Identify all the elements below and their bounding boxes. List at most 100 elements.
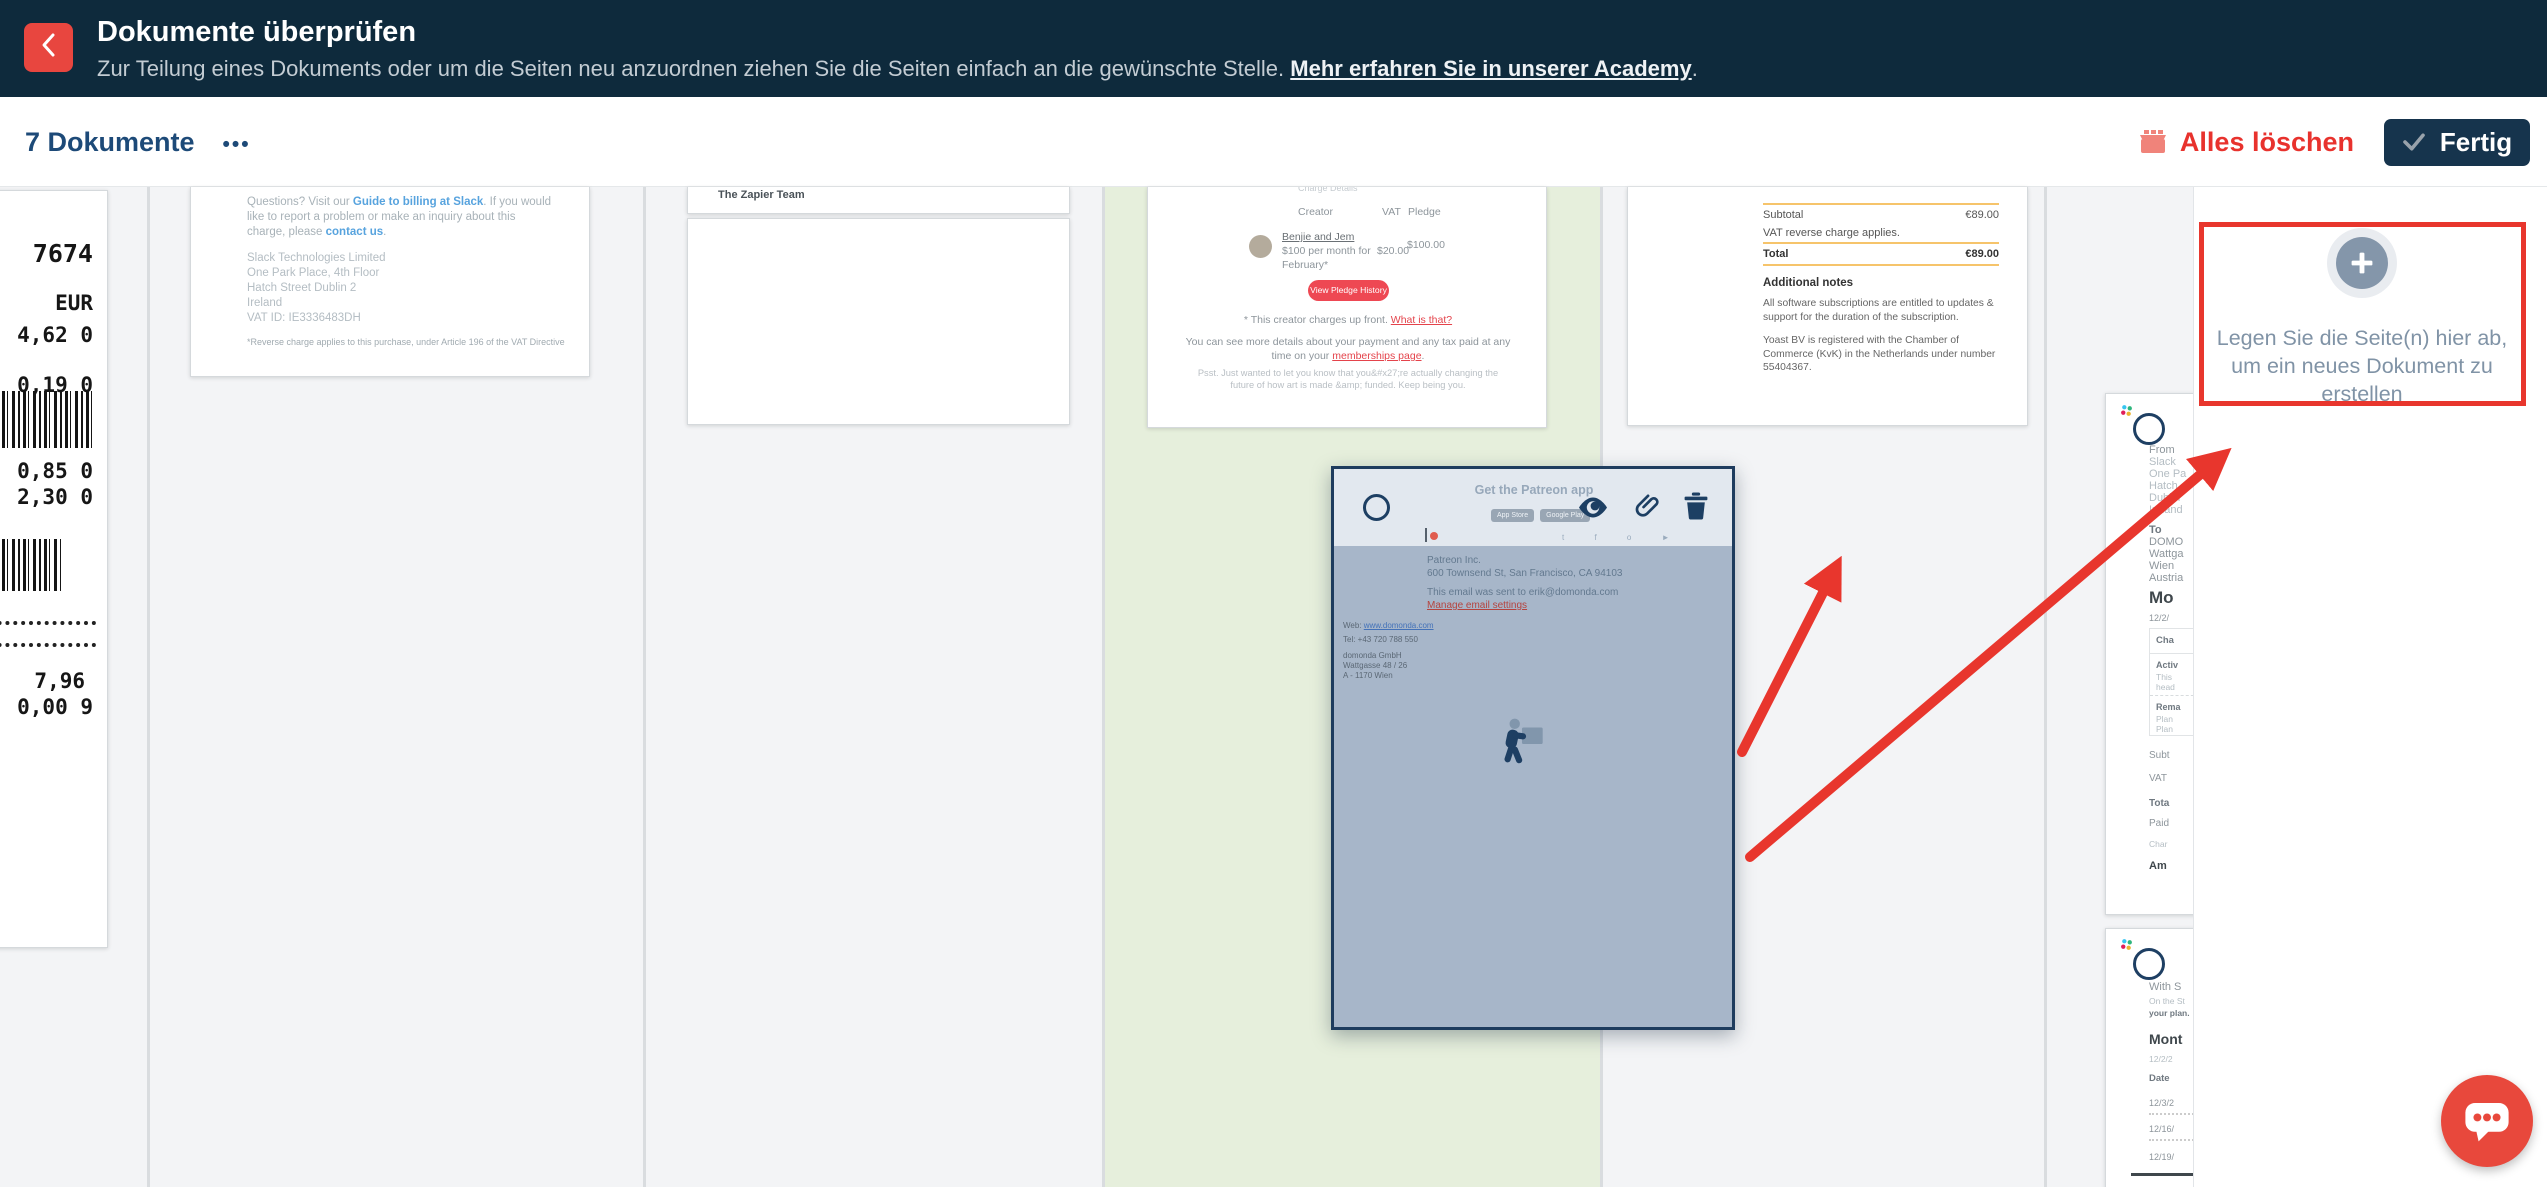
toolbar: 7 Dokumente ••• Alles löschen Fertig [0, 97, 2547, 187]
more-options-button[interactable]: ••• [223, 133, 251, 157]
slack-logo-icon [2120, 938, 2133, 956]
page-thumbnail-zapier-1[interactable]: The Zapier Team [687, 187, 1070, 214]
street-line: Wattgasse 48 / 26 [1343, 661, 1407, 671]
page-thumbnail-yoast-invoice[interactable]: Subtotal€89.00 VAT reverse charge applie… [1627, 187, 2028, 426]
notes-paragraph: Yoast BV is registered with the Chamber … [1763, 334, 2005, 375]
patreon-cut-header: Charge Details [1298, 187, 1358, 193]
column-divider [643, 187, 646, 1187]
plus-icon [2336, 237, 2388, 289]
psst-note: Psst. Just wanted to let you know that y… [1193, 368, 1503, 391]
dropzone-label: Legen Sie die Seite(n) hier ab, um ein n… [2212, 324, 2512, 408]
receipt-amount: 4,62 0 [17, 323, 93, 347]
attach-paperclip-button[interactable] [1634, 493, 1661, 525]
toolbar-left: 7 Dokumente ••• [25, 97, 251, 187]
web-line: Web: www.domonda.com [1343, 621, 1434, 631]
chevron-left-icon [37, 31, 61, 64]
page-subtitle: Zur Teilung eines Dokuments oder um die … [97, 56, 1698, 82]
column-divider [2044, 187, 2047, 1187]
document-board: 7674 EUR 4,62 0 0,19 0 0,85 0 2,30 0 7,9… [0, 187, 2547, 1187]
table-header-vat: VAT [1382, 206, 1401, 218]
red-dot-icon [1430, 532, 1438, 540]
preview-eye-button[interactable] [1577, 497, 1609, 523]
patreon-app-title: Get the Patreon app [1434, 483, 1634, 497]
subtotal-row: Subtotal€89.00 [1763, 209, 1999, 221]
what-is-that-link: What is that? [1391, 314, 1452, 326]
page-thumbnail-patreon[interactable]: Charge Details Creator VAT Pledge Benjie… [1147, 187, 1547, 428]
rule [2131, 1173, 2193, 1176]
back-button[interactable] [24, 23, 73, 72]
chat-bubble-icon [2463, 1099, 2511, 1143]
dragged-page-card[interactable]: Get the Patreon app App StoreGoogle Play… [1331, 466, 1735, 1030]
view-pledge-history-button: View Pledge History [1308, 280, 1389, 301]
academy-link[interactable]: Mehr erfahren Sie in unserer Academy [1290, 56, 1691, 81]
check-icon [2402, 133, 2426, 151]
pledge-value: $100.00 [1407, 239, 1445, 252]
social-icons-row: t f o ► [1562, 533, 1683, 542]
page-thumbnail-slack-invoice[interactable]: Questions? Visit our Guide to billing at… [190, 187, 590, 377]
invoice-questions-text: Questions? Visit our Guide to billing at… [247, 195, 555, 240]
receipt-amount: 2,30 0 [17, 485, 93, 509]
page-select-circle[interactable] [2133, 413, 2165, 445]
contact-us-link: contact us [326, 226, 384, 238]
drag-overlay [1334, 546, 1732, 1030]
rule [1763, 203, 1999, 205]
zapier-signature: The Zapier Team [718, 189, 805, 201]
delete-all-button[interactable]: Alles löschen [2138, 127, 2354, 158]
manage-email-link: Manage email settings [1427, 600, 1527, 612]
invoice-heading: Mo [2149, 592, 2174, 604]
to-label: To [2149, 524, 2162, 536]
pledge-description: February* [1282, 259, 1328, 271]
company-address: Slack Technologies Limited One Park Plac… [247, 251, 386, 326]
table-header-pledge: Pledge [1408, 206, 1441, 218]
text-cursor [1425, 528, 1427, 542]
trash-icon [2138, 129, 2168, 155]
receipt-total: 0,00 9 [17, 695, 93, 719]
org-line: domonda GmbH [1343, 651, 1402, 661]
page-select-circle[interactable] [2133, 948, 2165, 980]
column-divider [1102, 187, 1105, 1187]
patreon-address-line: 600 Townsend St, San Francisco, CA 94103 [1427, 568, 1623, 580]
vat-note-row: VAT reverse charge applies. [1763, 227, 1999, 239]
tel-line: Tel: +43 720 788 550 [1343, 635, 1418, 645]
city-line: A - 1170 Wien [1343, 671, 1393, 681]
receipt-number: 7674 [33, 239, 93, 268]
upfront-note: * This creator charges up front. What is… [1148, 314, 1547, 326]
porter-person-box-icon [1494, 717, 1552, 774]
document-review-app: Dokumente überprüfen Zur Teilung eines D… [0, 0, 2547, 1187]
creator-avatar [1249, 235, 1272, 258]
rule [2149, 1113, 2194, 1115]
page-thumbnail-receipt[interactable]: 7674 EUR 4,62 0 0,19 0 0,85 0 2,30 0 7,9… [0, 190, 108, 948]
page-select-circle[interactable] [1363, 494, 1390, 521]
new-document-dropzone[interactable]: Legen Sie die Seite(n) hier ab, um ein n… [2199, 222, 2526, 406]
receipt-amount: 0,85 0 [17, 459, 93, 483]
table-header-creator: Creator [1298, 206, 1333, 218]
receipt-currency: EUR [55, 291, 93, 315]
rule [2149, 1139, 2194, 1141]
delete-page-button[interactable] [1683, 492, 1709, 525]
details-note: You can see more details about your paym… [1183, 335, 1513, 363]
creator-name-link: Benjie and Jem [1282, 231, 1354, 243]
column-divider [147, 187, 150, 1187]
notes-paragraph: All software subscriptions are entitled … [1763, 297, 2005, 324]
domonda-link: www.domonda.com [1364, 621, 1434, 630]
dragged-page-header: Get the Patreon app App StoreGoogle Play… [1334, 469, 1732, 546]
arrow-short [1742, 567, 1836, 752]
from-label: From [2149, 444, 2175, 456]
additional-notes-title: Additional notes [1763, 277, 1999, 289]
appstore-badge: App Store [1491, 509, 1534, 522]
reverse-charge-footnote: *Reverse charge applies to this purchase… [247, 337, 565, 347]
page-thumbnail-zapier-2[interactable] [687, 218, 1070, 425]
receipt-separator [0, 643, 96, 647]
vat-value: $20.00 [1377, 245, 1409, 257]
sent-to-line: This email was sent to erik@domonda.com [1427, 587, 1618, 599]
slack-logo-icon [2120, 404, 2133, 422]
document-count-label: 7 Dokumente [25, 127, 195, 158]
rule [1763, 264, 1999, 266]
billing-guide-link: Guide to billing at Slack [353, 196, 483, 208]
header-bar: Dokumente überprüfen Zur Teilung eines D… [0, 0, 2547, 97]
total-row: Total€89.00 [1763, 248, 1999, 260]
barcode [0, 539, 61, 591]
done-button[interactable]: Fertig [2384, 119, 2530, 166]
pledge-description: $100 per month for [1282, 245, 1371, 257]
chat-widget-button[interactable] [2441, 1075, 2533, 1167]
